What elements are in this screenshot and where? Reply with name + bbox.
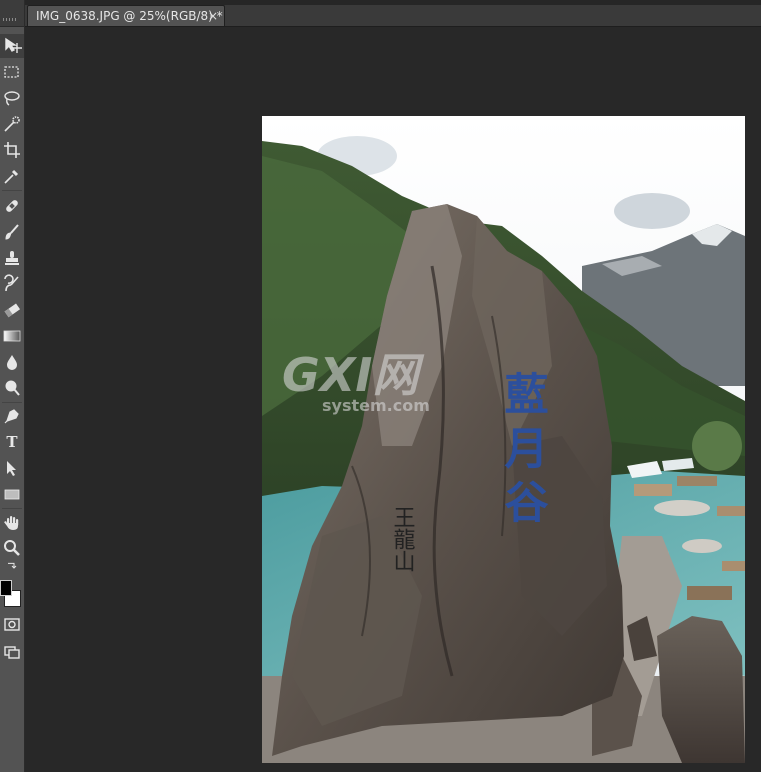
close-tab-icon[interactable]: × — [208, 6, 218, 26]
blur-icon[interactable] — [0, 350, 24, 374]
document-tab[interactable]: IMG_0638.JPG @ 25%(RGB/8) * × — [27, 5, 225, 26]
carved-signature: 王龍山 — [390, 506, 416, 572]
panel-grip[interactable] — [0, 0, 24, 27]
rectangular-marquee-icon[interactable] — [0, 60, 24, 84]
tools-panel: T — [0, 0, 25, 772]
quick-mask-icon[interactable] — [0, 612, 24, 636]
document-tab-bar: IMG_0638.JPG @ 25%(RGB/8) * × — [25, 0, 761, 27]
swap-colors-icon[interactable] — [0, 558, 24, 574]
type-tool-glyph: T — [6, 433, 18, 451]
rectangle-shape-icon[interactable] — [0, 482, 24, 506]
clone-stamp-icon[interactable] — [0, 246, 24, 270]
history-brush-icon[interactable] — [0, 272, 24, 296]
healing-brush-icon[interactable] — [0, 194, 24, 218]
type-icon[interactable]: T — [0, 430, 24, 454]
move-tool-icon[interactable] — [0, 34, 24, 58]
photo-image: 藍月谷 王龍山 GXI网 system.com — [262, 116, 745, 763]
gradient-icon[interactable] — [0, 324, 24, 348]
eraser-icon[interactable] — [0, 298, 24, 322]
watermark-domain: system.com — [322, 396, 430, 415]
carved-inscription: 藍月谷 — [497, 371, 549, 533]
tool-separator — [2, 190, 22, 191]
pen-icon[interactable] — [0, 404, 24, 428]
lasso-icon[interactable] — [0, 86, 24, 110]
hand-icon[interactable] — [0, 510, 24, 534]
path-selection-icon[interactable] — [0, 456, 24, 480]
document-tab-title: IMG_0638.JPG @ 25%(RGB/8) * — [36, 9, 223, 23]
crop-icon[interactable] — [0, 138, 24, 162]
document-canvas[interactable]: 藍月谷 王龍山 GXI网 system.com — [262, 116, 745, 763]
tool-separator — [2, 402, 22, 403]
eyedropper-icon[interactable] — [0, 164, 24, 188]
dodge-icon[interactable] — [0, 376, 24, 400]
screen-mode-icon[interactable] — [0, 640, 24, 664]
foreground-color-swatch[interactable] — [0, 580, 12, 596]
photoshop-window: T IMG_0638.JPG @ 25%(RGB/8) * × 藍月谷 王龍山 … — [0, 0, 761, 772]
zoom-icon[interactable] — [0, 536, 24, 560]
watermark-logo: GXI网 — [282, 348, 424, 402]
quick-selection-icon[interactable] — [0, 112, 24, 136]
brush-icon[interactable] — [0, 220, 24, 244]
tool-separator — [2, 508, 22, 509]
